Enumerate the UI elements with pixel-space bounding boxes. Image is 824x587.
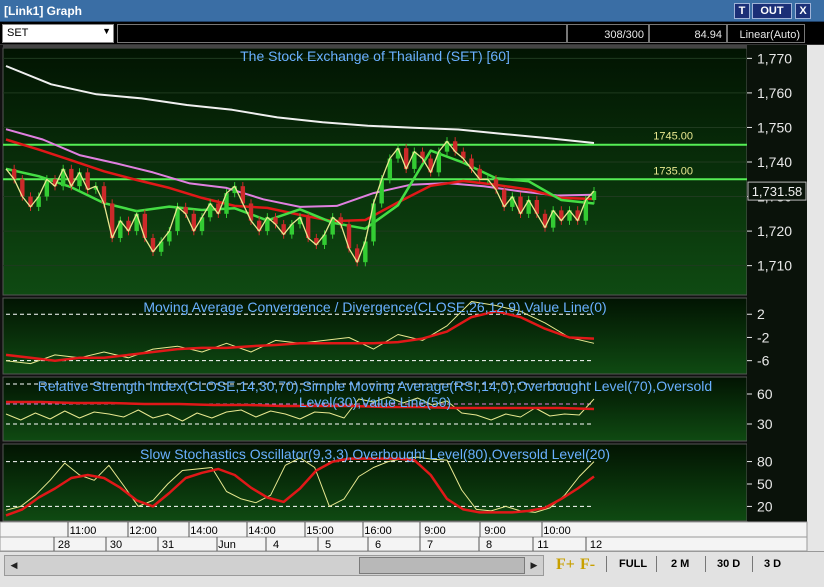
date-tick-label: 12	[590, 539, 602, 551]
chart-toolbar: SET ▼ 308/300 84.94 Linear(Auto)	[0, 22, 824, 45]
last-value: 84.94	[649, 24, 727, 43]
window-title: [Link1] Graph	[4, 4, 83, 18]
rsi-axis-tick-label: 60	[757, 386, 773, 402]
price-axis-tick-label: 1,740	[757, 154, 792, 170]
date-tick-label: 11	[537, 539, 548, 551]
time-tick-label: 9:00	[424, 525, 445, 537]
period-3d-button[interactable]: 3 D	[764, 558, 781, 570]
time-tick-label: 12:00	[129, 525, 157, 537]
date-tick-label: 8	[486, 539, 492, 551]
macd-title: Moving Average Convergence / Divergence(…	[143, 299, 606, 315]
window-titlebar: [Link1] Graph T OUT X	[0, 0, 824, 22]
topmost-button[interactable]: T	[734, 3, 750, 19]
scroll-thumb[interactable]	[359, 557, 525, 574]
level-label: 1735.00	[653, 165, 693, 177]
bottom-bar: ◀ ▶ F+ F- FULL 2 M 30 D 3 D	[0, 551, 824, 587]
y-axis-area	[747, 45, 807, 521]
scroll-left-icon[interactable]: ◀	[6, 557, 22, 574]
macd-axis-tick-label: 2	[757, 306, 765, 322]
period-full-button[interactable]: FULL	[619, 558, 647, 570]
chevron-down-icon[interactable]: ▼	[102, 26, 111, 36]
stoch-title: Slow Stochastics Oscillator(9,3,3),Overb…	[140, 446, 610, 462]
date-tick-label: 28	[58, 539, 70, 551]
date-tick-label: Jun	[218, 539, 236, 551]
bar-count: 308/300	[567, 24, 649, 43]
macd-axis-tick-label: -6	[757, 353, 770, 369]
time-scrollbar[interactable]: ◀ ▶	[4, 555, 544, 576]
price-chart-title: The Stock Exchange of Thailand (SET) [60…	[240, 48, 510, 64]
price-axis-tick-label: 1,750	[757, 119, 792, 135]
out-button[interactable]: OUT	[752, 3, 792, 19]
price-axis-tick-label: 1,720	[757, 223, 792, 239]
symbol-select[interactable]: SET ▼	[2, 24, 114, 43]
macd-axis-tick-label: -2	[757, 329, 770, 345]
scale-mode[interactable]: Linear(Auto)	[727, 24, 805, 43]
period-2m-button[interactable]: 2 M	[671, 558, 689, 570]
time-tick-label: 16:00	[364, 525, 392, 537]
rsi-title-line: Relative Strength Index(CLOSE,14,30,70),…	[38, 378, 712, 394]
time-tick-label: 15:00	[306, 525, 334, 537]
date-tick-label: 6	[375, 539, 381, 551]
stoch-axis-tick-label: 50	[757, 476, 773, 492]
date-tick-label: 4	[273, 539, 279, 551]
last-price-label: 1,731.58	[752, 184, 803, 199]
time-tick-label: 14:00	[190, 525, 218, 537]
time-axis	[0, 521, 808, 538]
toolbar-blank-field	[117, 24, 567, 43]
stoch-axis-tick-label: 80	[757, 454, 773, 470]
level-label: 1745.00	[653, 131, 693, 143]
stoch-axis-tick-label: 20	[757, 498, 773, 514]
time-tick-label: 14:00	[248, 525, 276, 537]
rsi-title-line: Level(30),Value Line(50)	[299, 394, 451, 410]
symbol-value: SET	[7, 27, 29, 39]
close-button[interactable]: X	[795, 3, 811, 19]
price-panel	[2, 47, 748, 296]
time-tick-label: 11:00	[70, 525, 97, 537]
time-tick-label: 10:00	[543, 525, 571, 537]
date-tick-label: 5	[325, 539, 331, 551]
period-30d-button[interactable]: 30 D	[717, 558, 740, 570]
date-tick-label: 31	[162, 539, 174, 551]
time-tick-label: 9:00	[484, 525, 505, 537]
price-axis-tick-label: 1,770	[757, 50, 792, 66]
rsi-axis-tick-label: 30	[757, 416, 773, 432]
zoom-out-button[interactable]: F-	[580, 556, 595, 574]
chart-area: 1,7701,7601,7501,7401,7301,7201,7101745.…	[0, 45, 824, 551]
date-tick-label: 7	[427, 539, 433, 551]
right-margin	[807, 45, 824, 551]
price-axis-tick-label: 1,710	[757, 258, 792, 274]
zoom-in-button[interactable]: F+	[556, 556, 575, 574]
price-axis-tick-label: 1,760	[757, 85, 792, 101]
scroll-right-icon[interactable]: ▶	[526, 557, 542, 574]
date-tick-label: 30	[110, 539, 122, 551]
